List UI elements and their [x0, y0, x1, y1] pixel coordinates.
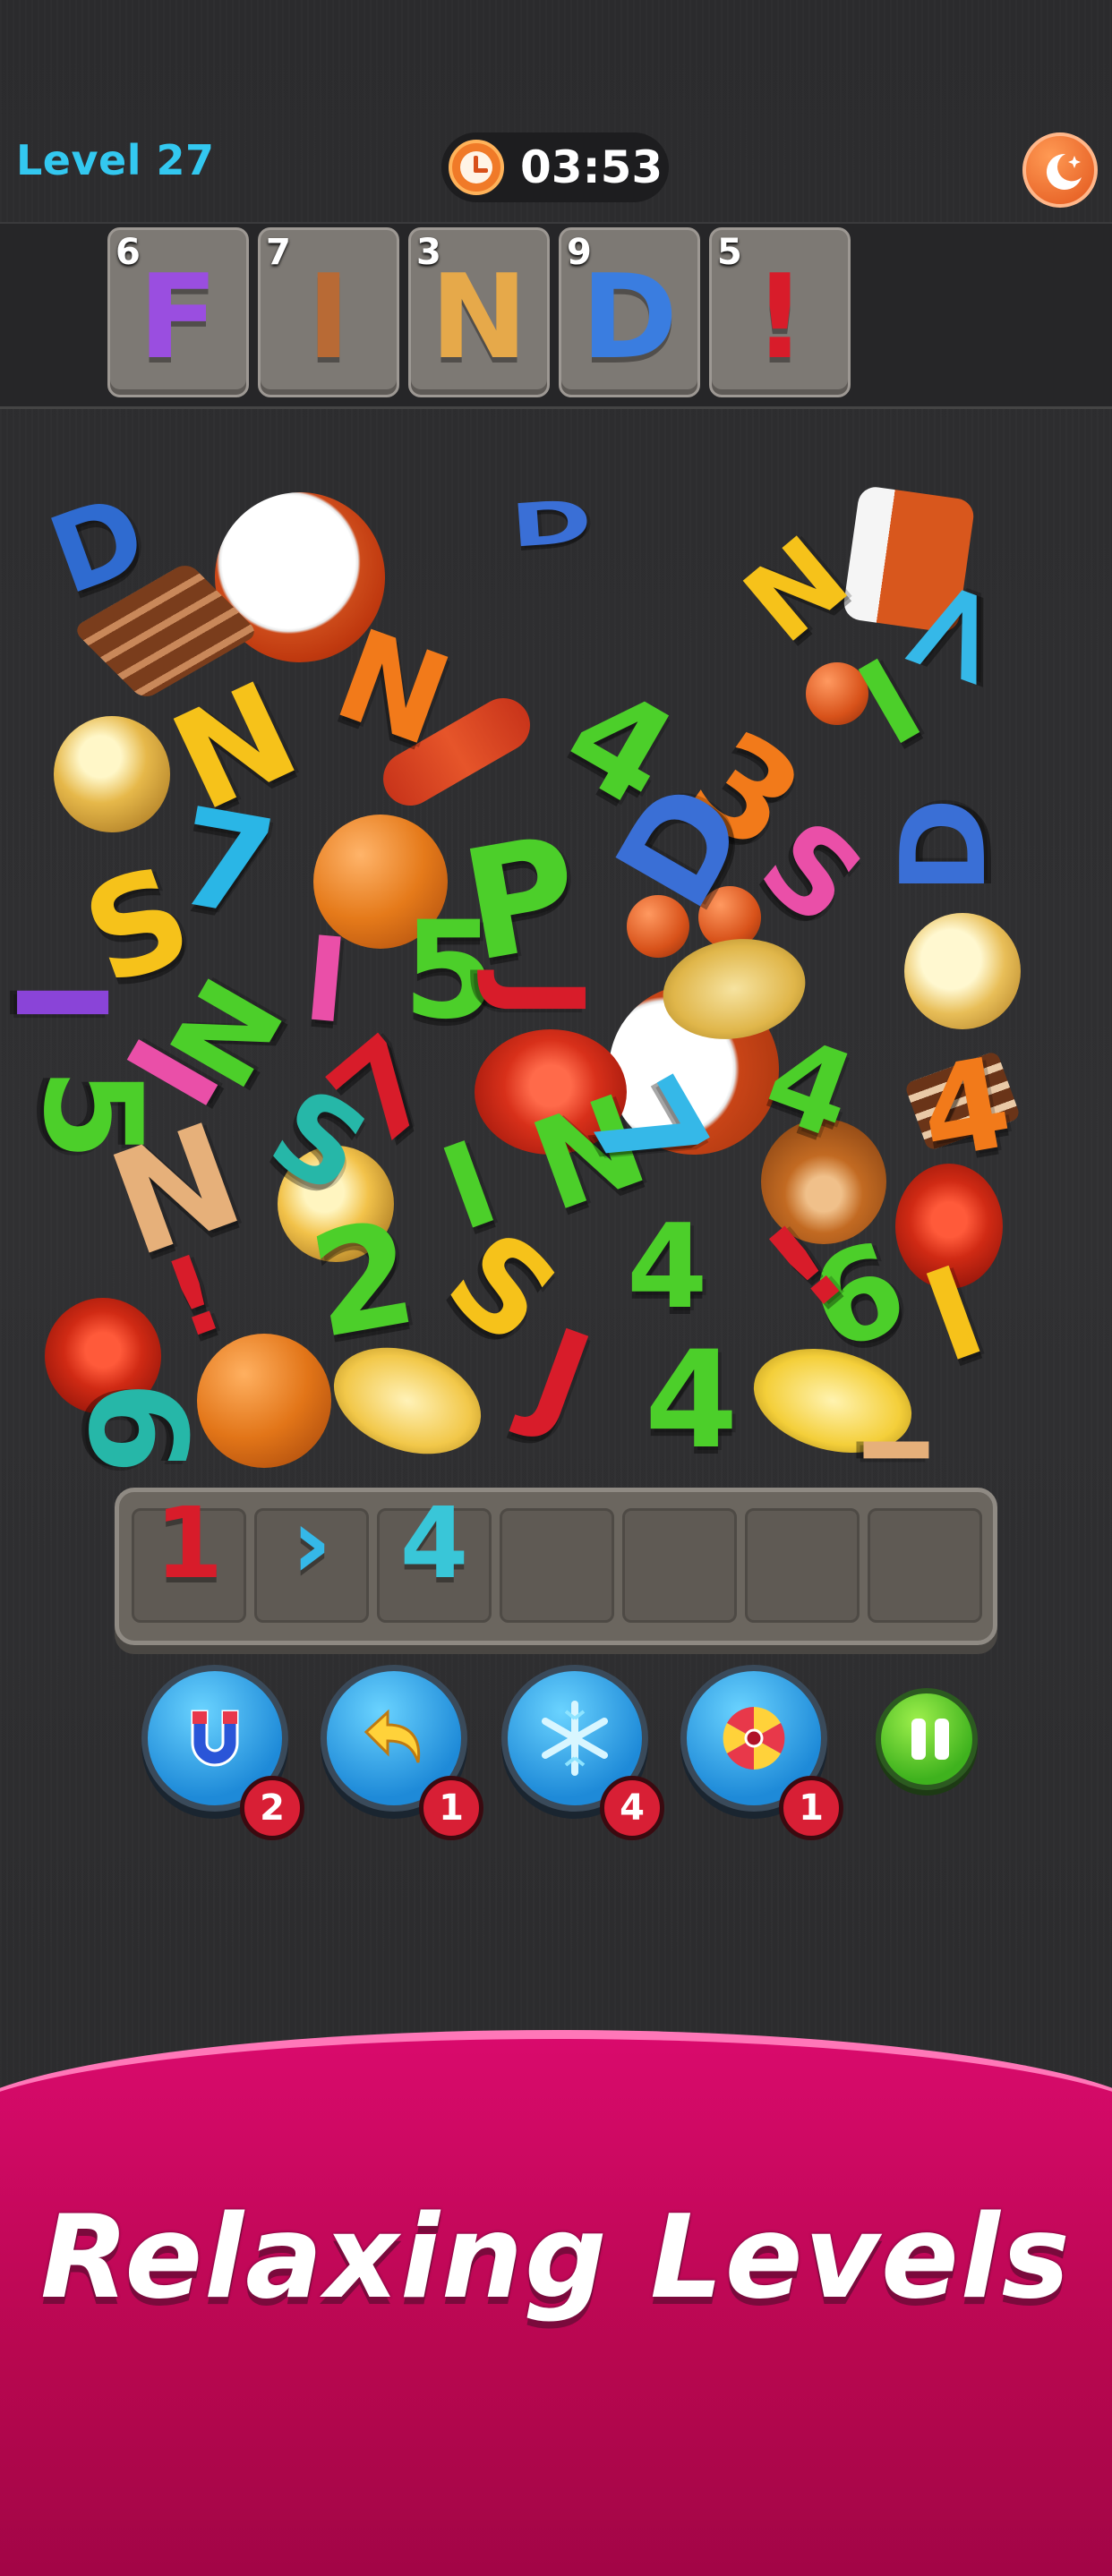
clock-icon: [449, 140, 504, 195]
tray-slot: 4: [377, 1486, 492, 1623]
piece-d[interactable]: D: [508, 487, 594, 561]
piece-j[interactable]: J: [473, 977, 609, 1019]
goal-tile-d: 9D: [559, 227, 700, 397]
goal-tile-n: 3N: [408, 227, 550, 397]
pause-button[interactable]: [876, 1688, 978, 1790]
tray-slot: ›: [254, 1486, 369, 1623]
collection-tray: 1 › 4: [115, 1486, 997, 1645]
goal-tile-f: 6F: [107, 227, 249, 397]
piece-n[interactable]: N: [723, 514, 871, 667]
piece-j[interactable]: J: [514, 1301, 608, 1454]
tray-item: ›: [291, 1486, 332, 1600]
piece-6[interactable]: 6: [58, 1381, 214, 1474]
goal-letter: F: [138, 249, 218, 385]
goal-tile-i: 7I: [258, 227, 399, 397]
goal-letter: N: [430, 249, 528, 385]
goal-letter: I: [306, 249, 351, 385]
moon-stars-icon[interactable]: [1022, 132, 1098, 208]
piece-d[interactable]: D: [876, 798, 1012, 894]
piece-2[interactable]: 2: [300, 1189, 427, 1370]
pause-icon-bar: [935, 1719, 949, 1760]
tray-slot: 1: [132, 1486, 246, 1623]
tray-slot: [868, 1508, 982, 1623]
owl-piece[interactable]: [904, 913, 1021, 1029]
piece-4[interactable]: 4: [911, 1030, 1022, 1189]
play-board: D D N N 7 S I P 4 3 D D S N > I 5 J I N …: [0, 472, 1074, 1486]
piece-4[interactable]: 4: [645, 1334, 738, 1468]
undo-count-badge: 1: [419, 1776, 483, 1840]
pause-icon: [911, 1719, 926, 1760]
piece-i[interactable]: I: [298, 910, 353, 1050]
goal-tile-exclamation: 5!: [709, 227, 851, 397]
shuffle-count-badge: 1: [779, 1776, 843, 1840]
tray-item: 4: [399, 1486, 469, 1600]
owl-piece[interactable]: [54, 716, 170, 832]
tray-slot: [500, 1508, 614, 1623]
piece-i[interactable]: I: [843, 1433, 947, 1466]
timer-text: 03:53: [520, 141, 663, 193]
goal-letter: D: [581, 249, 678, 385]
tray-item: 1: [154, 1486, 224, 1600]
level-label: Level 27: [16, 136, 215, 184]
freeze-count-badge: 4: [600, 1776, 664, 1840]
magnet-count-badge: 2: [240, 1776, 304, 1840]
timer: 03:53: [441, 132, 669, 202]
piece-4[interactable]: 4: [627, 1208, 707, 1325]
tray-slot: [745, 1508, 860, 1623]
banner-text: Relaxing Levels: [40, 2191, 1072, 2324]
goal-letter: !: [753, 249, 807, 385]
tray-slot: [622, 1508, 737, 1623]
piece-i[interactable]: I: [0, 979, 133, 1026]
